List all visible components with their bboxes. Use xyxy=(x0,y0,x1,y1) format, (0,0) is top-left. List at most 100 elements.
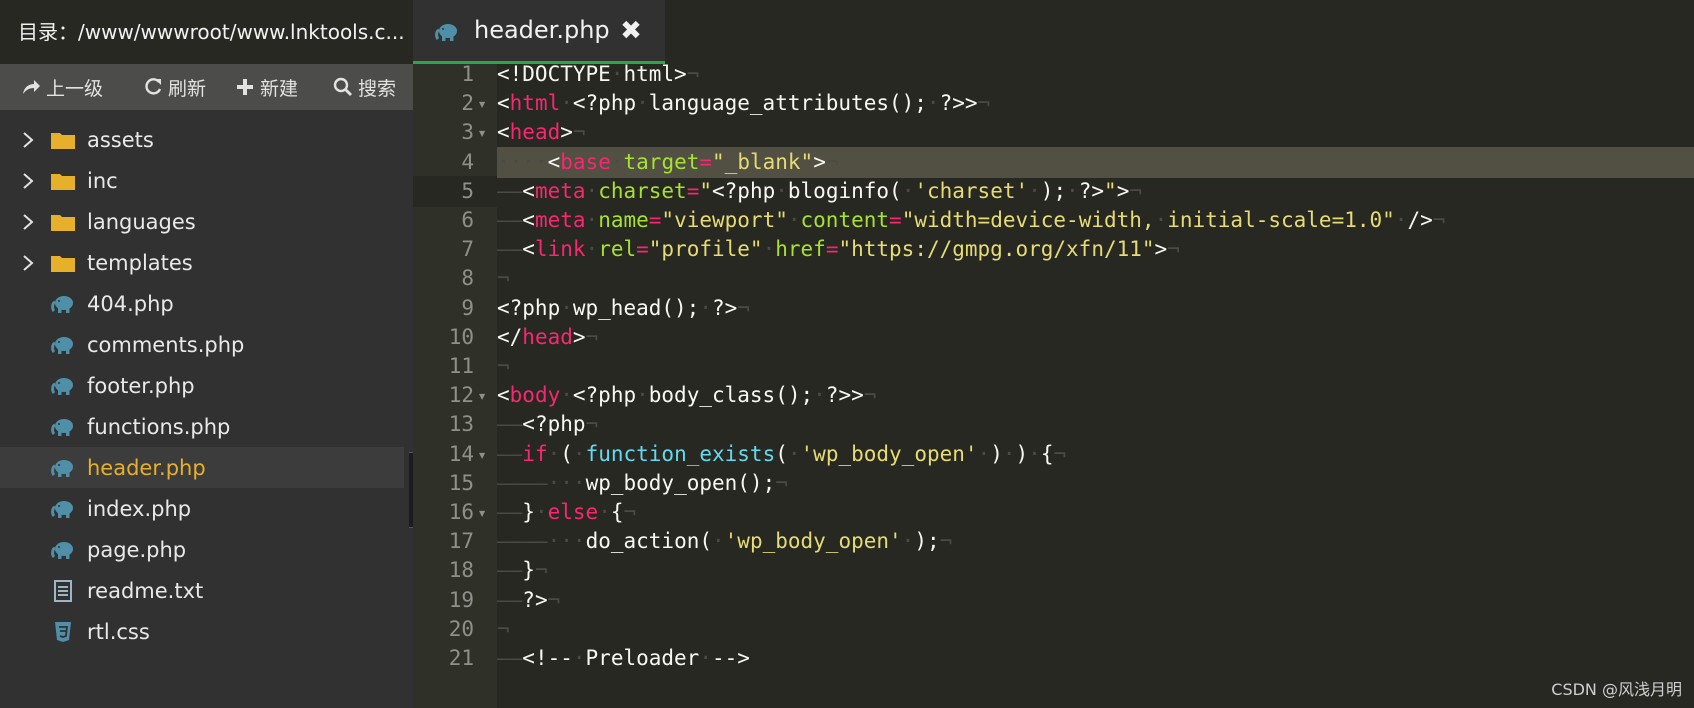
code-line[interactable]: 20 ¬ xyxy=(413,614,1694,646)
search-label: 搜索 xyxy=(358,77,397,100)
line-number: 17 xyxy=(448,529,474,554)
tab-header-php[interactable]: header.php ✖ xyxy=(413,0,665,64)
tree-item-label: page.php xyxy=(87,537,187,562)
editor-tab-bar: header.php ✖ xyxy=(413,0,1694,64)
php-elephant-icon xyxy=(51,418,73,436)
php-elephant-icon xyxy=(51,500,73,518)
code-line[interactable]: 15 ————···wp_body_open();¬ xyxy=(413,468,1694,500)
code-line[interactable]: 7 ——<link·rel="profile"·href="https://gmp… xyxy=(413,234,1694,266)
code-text: ····<base·target="_blank">¬ xyxy=(497,149,839,174)
folder-icon xyxy=(51,255,75,272)
file-toolbar: 上一级 刷新 新建 搜索 xyxy=(0,64,413,110)
plus-icon xyxy=(237,79,253,95)
tree-file-item[interactable]: comments.php xyxy=(0,324,404,365)
code-line[interactable]: 3 ▼ <head>¬ xyxy=(413,117,1694,149)
tree-folder-item[interactable]: assets xyxy=(0,119,404,160)
tree-folder-item[interactable]: inc xyxy=(0,160,404,201)
code-line[interactable]: 2 ▼ <html·<?php·language_attributes();·?>>… xyxy=(413,88,1694,120)
code-line[interactable]: 1 <!DOCTYPE·html>¬ xyxy=(413,64,1694,91)
code-line[interactable]: 14 ▼ ——if·(·function_exists(·'wp_body_open… xyxy=(413,439,1694,471)
tree-file-item[interactable]: 404.php xyxy=(0,283,404,324)
line-number: 9 xyxy=(461,295,474,320)
code-line[interactable]: 11 ¬ xyxy=(413,351,1694,383)
php-elephant-icon xyxy=(51,295,73,313)
text-file-icon xyxy=(54,579,72,602)
line-number: 11 xyxy=(448,354,474,378)
new-label: 新建 xyxy=(260,77,299,100)
code-text: <body·<?php·body_class();·?>>¬ xyxy=(497,383,877,408)
tree-folder-item[interactable]: languages xyxy=(0,201,404,242)
tree-file-item[interactable]: index.php xyxy=(0,488,404,529)
search-button[interactable]: 搜索 xyxy=(332,64,396,110)
tree-item-label: 404.php xyxy=(87,291,174,316)
folder-icon xyxy=(51,132,75,149)
fold-arrow-icon[interactable]: ▼ xyxy=(479,129,485,138)
tree-item-label: readme.txt xyxy=(87,578,204,603)
line-number: 7 xyxy=(461,237,474,262)
code-line[interactable]: 16 ▼ ——}·else·{¬ xyxy=(413,497,1694,529)
code-editor[interactable]: 1 <!DOCTYPE·html>¬ 2 ▼ <html·<?php·language_… xyxy=(413,64,1694,708)
folder-icon xyxy=(51,173,75,190)
php-elephant-icon xyxy=(51,541,73,559)
fold-arrow-icon[interactable]: ▼ xyxy=(479,509,485,518)
fold-arrow-icon[interactable]: ▼ xyxy=(479,100,485,109)
code-text: ————···do_action(·'wp_body_open'·);¬ xyxy=(497,529,953,554)
code-line[interactable]: 6 ——<meta·name="viewport"·content="width=… xyxy=(413,205,1694,237)
tree-file-item[interactable]: functions.php xyxy=(0,406,404,447)
code-line[interactable]: 17 ————···do_action(·'wp_body_open'·);¬ xyxy=(413,526,1694,558)
tree-file-item[interactable]: header.php xyxy=(0,447,404,488)
code-text: <!DOCTYPE·html>¬ xyxy=(497,64,700,86)
php-elephant-icon xyxy=(51,377,73,395)
code-line[interactable]: 12 ▼ <body·<?php·body_class();·?>>¬ xyxy=(413,380,1694,412)
folder-icon xyxy=(51,214,75,231)
code-text: ————···wp_body_open();¬ xyxy=(497,470,788,495)
line-number: 10 xyxy=(448,324,474,349)
go-up-button[interactable]: 上一级 xyxy=(20,64,103,110)
line-number: 13 xyxy=(448,412,474,437)
tree-file-item[interactable]: footer.php xyxy=(0,365,404,406)
directory-path: 目录：/www/wwwroot/www.lnktools.c... xyxy=(0,0,413,64)
code-line[interactable]: 10 </head>¬ xyxy=(413,322,1694,354)
code-line[interactable]: 21 ——<!--·Preloader·--> xyxy=(413,643,1694,675)
chevron-right-icon xyxy=(23,131,34,148)
code-text: ¬ xyxy=(497,266,510,291)
search-icon xyxy=(333,77,352,96)
code-line[interactable]: 8 ¬ xyxy=(413,263,1694,295)
code-line[interactable]: 18 ——}¬ xyxy=(413,555,1694,587)
fold-arrow-icon[interactable]: ▼ xyxy=(479,451,485,460)
go-up-label: 上一级 xyxy=(46,77,104,100)
code-text: </head>¬ xyxy=(497,324,599,349)
css3-icon xyxy=(55,621,71,642)
code-text: ¬ xyxy=(497,616,510,641)
tree-file-item[interactable]: rtl.css xyxy=(0,611,404,652)
code-line[interactable]: 13 ——<?php¬ xyxy=(413,409,1694,441)
tree-item-label: templates xyxy=(87,250,193,275)
php-elephant-icon xyxy=(435,24,457,41)
line-number: 18 xyxy=(448,558,474,583)
share-arrow-icon xyxy=(23,80,40,94)
tree-file-item[interactable]: page.php xyxy=(0,529,404,570)
tree-item-label: inc xyxy=(87,168,118,193)
line-number: 19 xyxy=(448,587,474,612)
file-sidebar: 目录：/www/wwwroot/www.lnktools.c... 上一级 刷新… xyxy=(0,0,433,708)
line-number: 20 xyxy=(448,616,474,641)
code-line[interactable]: 19 ——?>¬ xyxy=(413,585,1694,617)
new-button[interactable]: 新建 xyxy=(234,64,298,110)
line-number: 1 xyxy=(461,64,474,86)
line-number: 21 xyxy=(448,646,474,670)
fold-arrow-icon[interactable]: ▼ xyxy=(479,392,485,401)
code-text: ——<link·rel="profile"·href="https://gmpg… xyxy=(497,237,1180,262)
close-tab-icon[interactable]: ✖ xyxy=(618,18,644,44)
code-line[interactable]: 5 ——<meta·charset="<?php·bloginfo(·'chars… xyxy=(413,175,1694,208)
code-text: ——<meta·name="viewport"·content="width=d… xyxy=(497,208,1446,232)
code-text: <head>¬ xyxy=(497,120,586,145)
tree-folder-item[interactable]: templates xyxy=(0,242,404,283)
tree-file-item[interactable]: readme.txt xyxy=(0,570,404,611)
code-line[interactable]: 9 <?php·wp_head();·?>¬ xyxy=(413,293,1694,325)
tree-item-label: header.php xyxy=(87,455,206,480)
tree-item-label: functions.php xyxy=(87,414,231,439)
refresh-button[interactable]: 刷新 xyxy=(142,64,206,110)
code-line[interactable]: 4 ····<base·target="_blank">¬ xyxy=(413,146,1694,179)
refresh-icon xyxy=(145,78,162,95)
code-text: <html·<?php·language_attributes();·?>>¬ xyxy=(497,91,991,116)
